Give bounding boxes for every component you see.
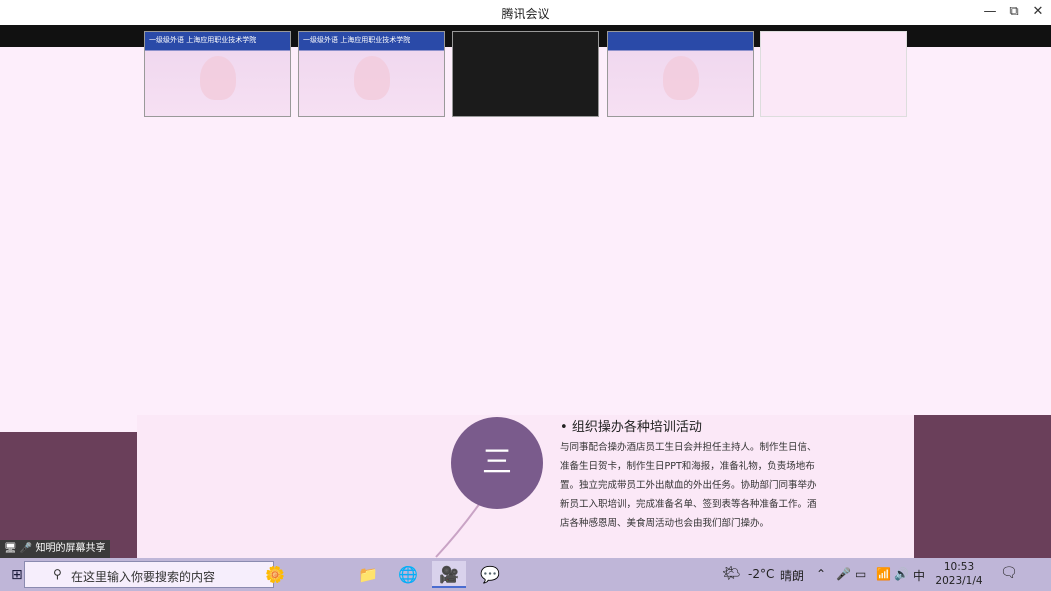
video-tile[interactable]: 一级级外语 上海应用职业技术学院 xyxy=(144,31,291,117)
section-number-badge: 三 xyxy=(451,417,543,509)
screen-share-indicator: 🖥 🎤 知明的屏幕共享 xyxy=(0,540,110,558)
participant-avatar xyxy=(353,56,390,100)
microphone-icon: 🎤 xyxy=(19,543,33,554)
maximize-button[interactable]: ⧉ xyxy=(1003,3,1025,21)
bullet-title-text: 组织操办各种培训活动 xyxy=(571,420,702,435)
chevron-up-icon[interactable]: ⌃ xyxy=(816,567,826,581)
participant-avatar xyxy=(662,56,699,100)
video-tile[interactable]: 一级级外语 上海应用职业技术学院 xyxy=(298,31,445,117)
screen-share-icon: 🖥 xyxy=(4,543,17,554)
edge-browser-icon[interactable]: 🌐 xyxy=(391,561,425,588)
video-strip: 一级级外语 上海应用职业技术学院 一级级外语 上海应用职业技术学院 xyxy=(0,25,1051,117)
search-highlight-icon[interactable]: 🌼 xyxy=(258,561,292,588)
search-placeholder: 在这里输入你要搜索的内容 xyxy=(71,570,216,584)
tencent-meeting-app-icon[interactable]: 🎥 xyxy=(432,561,466,588)
video-tile-caption: 一级级外语 上海应用职业技术学院 xyxy=(303,36,411,44)
video-tile-caption: 一级级外语 上海应用职业技术学院 xyxy=(149,36,257,44)
video-tile[interactable] xyxy=(452,31,599,117)
search-icon: ⚲ xyxy=(53,567,62,581)
participant-avatar xyxy=(199,56,236,100)
window-title: 腾讯会议 xyxy=(501,7,550,21)
video-tile[interactable] xyxy=(760,31,907,117)
volume-icon[interactable]: 🔊 xyxy=(894,567,909,581)
battery-icon[interactable]: ▭ xyxy=(855,567,866,581)
weather-icon[interactable]: 🌤 xyxy=(722,564,741,582)
close-button[interactable]: ✕ xyxy=(1027,3,1049,21)
screen-share-label: 知明的屏幕共享 xyxy=(35,543,106,554)
wechat-icon[interactable]: 💬 xyxy=(473,561,507,588)
title-bar: 腾讯会议 — ⧉ ✕ xyxy=(0,0,1051,25)
slide-body-text: 与同事配合操办酒店员工生日会并担任主持人。制作生日信、准备生日贺卡，制作生日PP… xyxy=(560,442,817,529)
clock-date: 2023/1/4 xyxy=(935,575,983,587)
wifi-icon[interactable]: 📶 xyxy=(876,567,891,581)
taskbar: ⊞ ⚲ 在这里输入你要搜索的内容 🌼 📁 🌐 🎥 💬 🌤 -2°C 晴朗 ⌃ 🎤… xyxy=(0,558,1051,591)
file-explorer-icon[interactable]: 📁 xyxy=(351,561,385,588)
taskbar-search-box[interactable]: ⚲ 在这里输入你要搜索的内容 xyxy=(24,561,274,588)
microphone-tray-icon[interactable]: 🎤 xyxy=(836,567,851,581)
bullet-title: • 组织操办各种培训活动 xyxy=(560,420,702,435)
windows-start-icon[interactable]: ⊞ xyxy=(11,567,23,583)
clock-time: 10:53 xyxy=(943,561,975,573)
notification-icon[interactable]: 🗨 xyxy=(1000,565,1018,581)
weather-temperature[interactable]: -2°C xyxy=(748,567,774,581)
slide-side-panel-right xyxy=(914,415,1051,558)
connector-line xyxy=(435,502,481,558)
weather-condition[interactable]: 晴朗 xyxy=(780,567,804,584)
minimize-button[interactable]: — xyxy=(979,3,1001,21)
shared-screen: 一级级外语 上海应用职业技术学院 一级级外语 上海应用职业技术学院 三 • 组织… xyxy=(0,25,1051,558)
taskbar-clock[interactable]: 10:53 2023/1/4 xyxy=(930,560,988,588)
ime-indicator[interactable]: 中 xyxy=(913,567,925,584)
video-tile[interactable] xyxy=(607,31,754,117)
